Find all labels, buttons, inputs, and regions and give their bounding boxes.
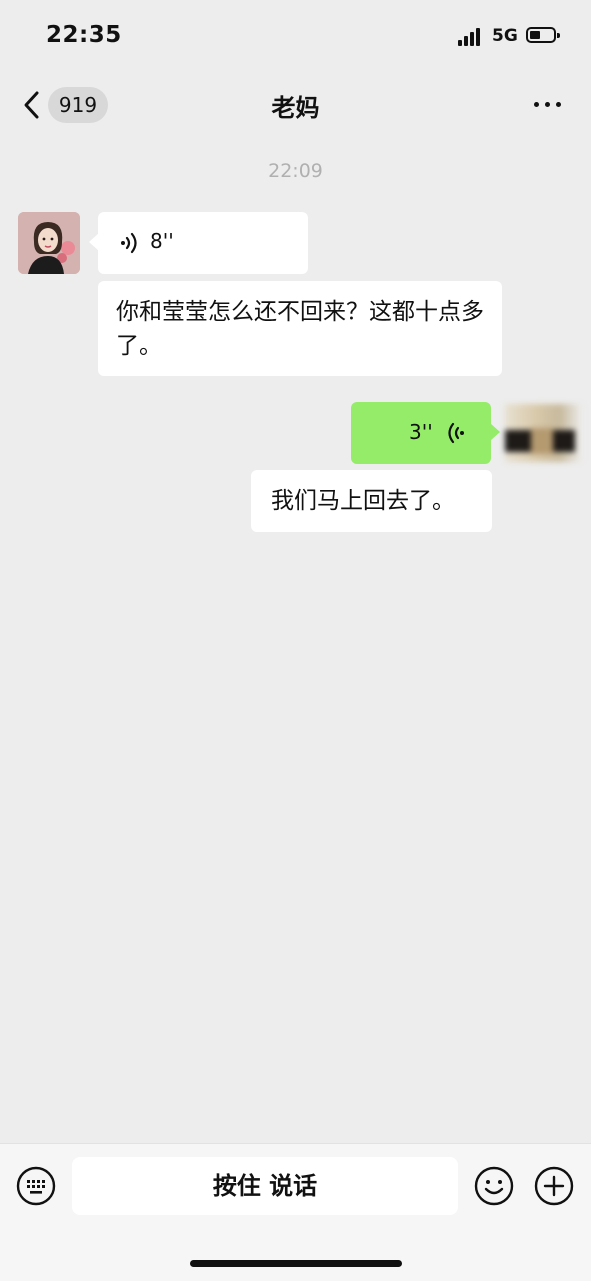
voice-duration: 8'' — [150, 229, 174, 253]
voice-duration: 3'' — [409, 420, 433, 444]
emoji-icon[interactable] — [474, 1166, 514, 1206]
voice-wave-icon — [121, 232, 137, 254]
network-type: 5G — [492, 26, 518, 46]
voice-wave-icon — [448, 422, 464, 444]
battery-icon — [526, 27, 560, 43]
signal-icon — [458, 28, 484, 46]
outgoing-voice-message[interactable]: 3'' — [351, 402, 500, 464]
hold-to-talk-button[interactable]: 按住 说话 — [72, 1157, 458, 1215]
incoming-voice-message[interactable]: 8'' — [89, 212, 308, 274]
incoming-text-message[interactable]: 你和莹莹怎么还不回来？这都十点多了。 — [98, 281, 502, 376]
bubble-tail — [490, 423, 500, 441]
unread-count-badge[interactable]: 919 — [48, 87, 108, 123]
bubble-tail — [89, 233, 99, 251]
keyboard-icon[interactable] — [16, 1166, 56, 1206]
plus-icon[interactable] — [534, 1166, 574, 1206]
more-dots-icon[interactable] — [532, 96, 564, 112]
chevron-left-icon[interactable] — [22, 90, 44, 120]
contact-avatar[interactable] — [18, 212, 80, 274]
my-avatar[interactable] — [505, 404, 583, 462]
home-indicator — [190, 1260, 402, 1267]
status-time: 22:35 — [46, 22, 122, 48]
outgoing-text-message[interactable]: 我们马上回去了。 — [251, 470, 492, 532]
message-timestamp: 22:09 — [268, 160, 323, 182]
